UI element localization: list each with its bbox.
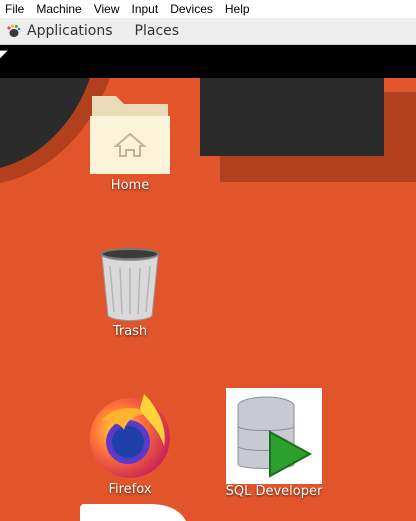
desktop-icon-home[interactable]: Home	[84, 90, 176, 193]
menu-machine[interactable]: Machine	[30, 2, 87, 16]
places-menu[interactable]: Places	[135, 23, 180, 39]
menu-input[interactable]: Input	[126, 2, 165, 16]
menu-file[interactable]: File	[0, 2, 30, 16]
menu-view[interactable]: View	[88, 2, 126, 16]
sql-developer-icon	[226, 388, 322, 484]
icon-label-home: Home	[110, 178, 150, 193]
black-strip: ◤	[0, 45, 416, 78]
icon-label-trash: Trash	[112, 324, 148, 339]
desktop[interactable]: Home Trash Firefox SQL Developer	[0, 78, 416, 521]
desktop-icon-firefox[interactable]: Firefox	[84, 386, 176, 497]
menu-devices[interactable]: Devices	[164, 2, 219, 16]
desktop-icon-sql-developer[interactable]: SQL Developer	[222, 388, 326, 499]
host-menubar: File Machine View Input Devices Help	[0, 0, 416, 18]
home-folder-icon	[90, 96, 170, 174]
gnome-top-panel: Applications Places	[0, 18, 416, 45]
menu-help[interactable]: Help	[219, 2, 256, 16]
desktop-icon-trash[interactable]: Trash	[84, 244, 176, 339]
applications-menu[interactable]: Applications	[27, 23, 113, 39]
firefox-icon	[90, 394, 170, 478]
gnome-foot-icon[interactable]	[5, 23, 21, 39]
icon-label-sql-developer: SQL Developer	[225, 484, 323, 499]
trash-icon	[100, 248, 160, 321]
cursor-mark: ◤	[0, 49, 8, 60]
icon-label-firefox: Firefox	[108, 482, 152, 497]
wallpaper-art	[0, 78, 416, 521]
